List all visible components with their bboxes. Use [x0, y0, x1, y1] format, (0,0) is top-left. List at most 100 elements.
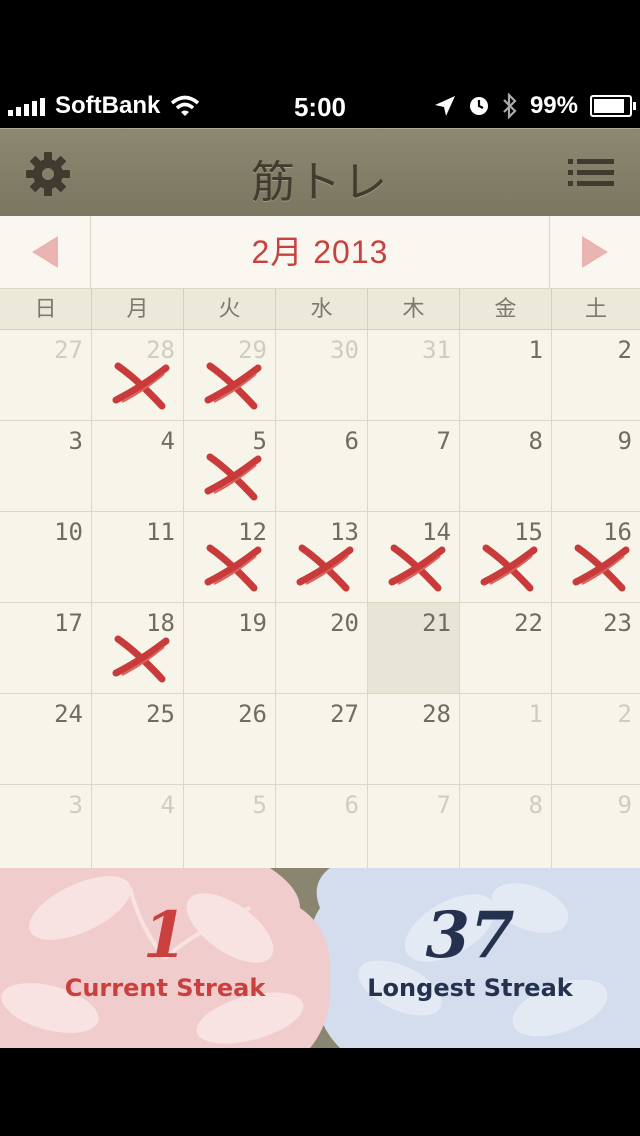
workout-done-x-mark-icon	[388, 544, 446, 592]
calendar-day[interactable]: 29	[184, 330, 276, 420]
workout-done-x-mark-icon	[204, 544, 262, 592]
weekday-label: 土	[584, 296, 607, 321]
alarm-clock-icon	[469, 97, 488, 115]
calendar-day[interactable]: 13	[276, 512, 368, 602]
calendar-day[interactable]: 23	[552, 603, 640, 693]
month-title: 2月 2013	[251, 234, 389, 270]
day-number: 8	[528, 427, 543, 455]
day-number: 3	[68, 427, 83, 455]
calendar-day[interactable]: 17	[0, 603, 92, 693]
list-icon[interactable]	[568, 158, 614, 188]
battery-percent: 99%	[529, 92, 578, 119]
calendar-day[interactable]: 2	[552, 694, 640, 784]
calendar-day[interactable]: 5	[184, 785, 276, 875]
app-title: 筋トレ	[251, 158, 389, 207]
calendar-day[interactable]: 7	[368, 421, 460, 511]
current-streak-card: 1 Current Streak	[0, 868, 330, 1048]
calendar-day[interactable]: 24	[0, 694, 92, 784]
calendar-day[interactable]: 27	[0, 330, 92, 420]
calendar-day[interactable]: 6	[276, 421, 368, 511]
day-number: 27	[54, 336, 83, 364]
calendar-day[interactable]: 27	[276, 694, 368, 784]
calendar-day[interactable]: 1	[460, 694, 552, 784]
day-number: 5	[252, 791, 267, 819]
day-number: 21	[422, 609, 451, 637]
calendar-day[interactable]: 25	[92, 694, 184, 784]
calendar-day[interactable]: 20	[276, 603, 368, 693]
calendar-day[interactable]: 30	[276, 330, 368, 420]
calendar-day[interactable]: 8	[460, 421, 552, 511]
day-number: 26	[238, 700, 267, 728]
calendar-day[interactable]: 10	[0, 512, 92, 602]
calendar-week-row: 3 4 5 6 7 8 9	[0, 785, 640, 876]
carrier-label: SoftBank	[55, 92, 161, 119]
workout-done-x-mark-icon	[572, 544, 630, 592]
calendar-day[interactable]: 9	[552, 421, 640, 511]
workout-done-x-mark-icon	[112, 362, 170, 410]
day-number: 8	[528, 791, 543, 819]
day-number: 9	[617, 791, 632, 819]
calendar-day[interactable]: 4	[92, 785, 184, 875]
calendar-day[interactable]: 3	[0, 421, 92, 511]
day-number: 7	[436, 791, 451, 819]
calendar-week-row: 24 25 26 27 28 1 2	[0, 694, 640, 785]
calendar-day-today[interactable]: 21	[368, 603, 460, 693]
current-streak-label: Current Streak	[64, 974, 266, 1002]
workout-done-x-mark-icon	[204, 453, 262, 501]
next-month-button[interactable]	[549, 216, 640, 288]
calendar-day[interactable]: 12	[184, 512, 276, 602]
calendar-day[interactable]: 22	[460, 603, 552, 693]
longest-streak-card: 37 Longest Streak	[300, 868, 640, 1048]
calendar-day[interactable]: 4	[92, 421, 184, 511]
calendar-week-row: 17 18 19 20 21 22 23	[0, 603, 640, 694]
weekday-label: 水	[276, 289, 368, 329]
day-number: 7	[436, 427, 451, 455]
day-number: 20	[330, 609, 359, 637]
calendar-day[interactable]: 1	[460, 330, 552, 420]
day-number: 4	[160, 791, 175, 819]
calendar-day[interactable]: 26	[184, 694, 276, 784]
weekday-label: 金	[460, 289, 552, 329]
calendar-day[interactable]: 16	[552, 512, 640, 602]
day-number: 24	[54, 700, 83, 728]
calendar-day[interactable]: 6	[276, 785, 368, 875]
calendar-day[interactable]: 7	[368, 785, 460, 875]
day-number: 22	[514, 609, 543, 637]
wifi-icon	[171, 95, 200, 116]
day-number: 31	[422, 336, 451, 364]
battery-icon	[590, 95, 636, 117]
day-number: 10	[54, 518, 83, 546]
calendar-day[interactable]: 3	[0, 785, 92, 875]
calendar-week-row: 27 28 29 30 31 1 2	[0, 330, 640, 421]
calendar-day[interactable]: 19	[184, 603, 276, 693]
current-streak-value: 1	[142, 898, 188, 973]
calendar-header: 2月 2013	[0, 216, 640, 289]
calendar-day[interactable]: 11	[92, 512, 184, 602]
day-number: 25	[146, 700, 175, 728]
weekday-label: 日	[0, 289, 92, 329]
calendar-day[interactable]: 5	[184, 421, 276, 511]
day-number: 17	[54, 609, 83, 637]
day-number: 6	[344, 791, 359, 819]
day-number: 6	[344, 427, 359, 455]
calendar-day[interactable]: 18	[92, 603, 184, 693]
day-number: 1	[528, 700, 543, 728]
calendar-week-row: 345 6 7 89	[0, 421, 640, 512]
calendar-day[interactable]: 8	[460, 785, 552, 875]
weekday-label: 木	[368, 289, 460, 329]
previous-month-button[interactable]	[0, 216, 91, 288]
calendar-day[interactable]: 31	[368, 330, 460, 420]
calendar-day[interactable]: 15	[460, 512, 552, 602]
weekday-label: 月	[92, 289, 184, 329]
nav-bar: 筋トレ	[0, 128, 640, 218]
weekday-label: 火	[184, 289, 276, 329]
calendar-day[interactable]: 2	[552, 330, 640, 420]
day-number: 23	[603, 609, 632, 637]
arrow-right-icon	[582, 236, 608, 268]
calendar-week-row: 10 11 12 13 14 15 16	[0, 512, 640, 603]
calendar-day[interactable]: 14	[368, 512, 460, 602]
location-arrow-icon	[434, 96, 455, 116]
calendar-day[interactable]: 28	[92, 330, 184, 420]
calendar-day[interactable]: 28	[368, 694, 460, 784]
calendar-day[interactable]: 9	[552, 785, 640, 875]
